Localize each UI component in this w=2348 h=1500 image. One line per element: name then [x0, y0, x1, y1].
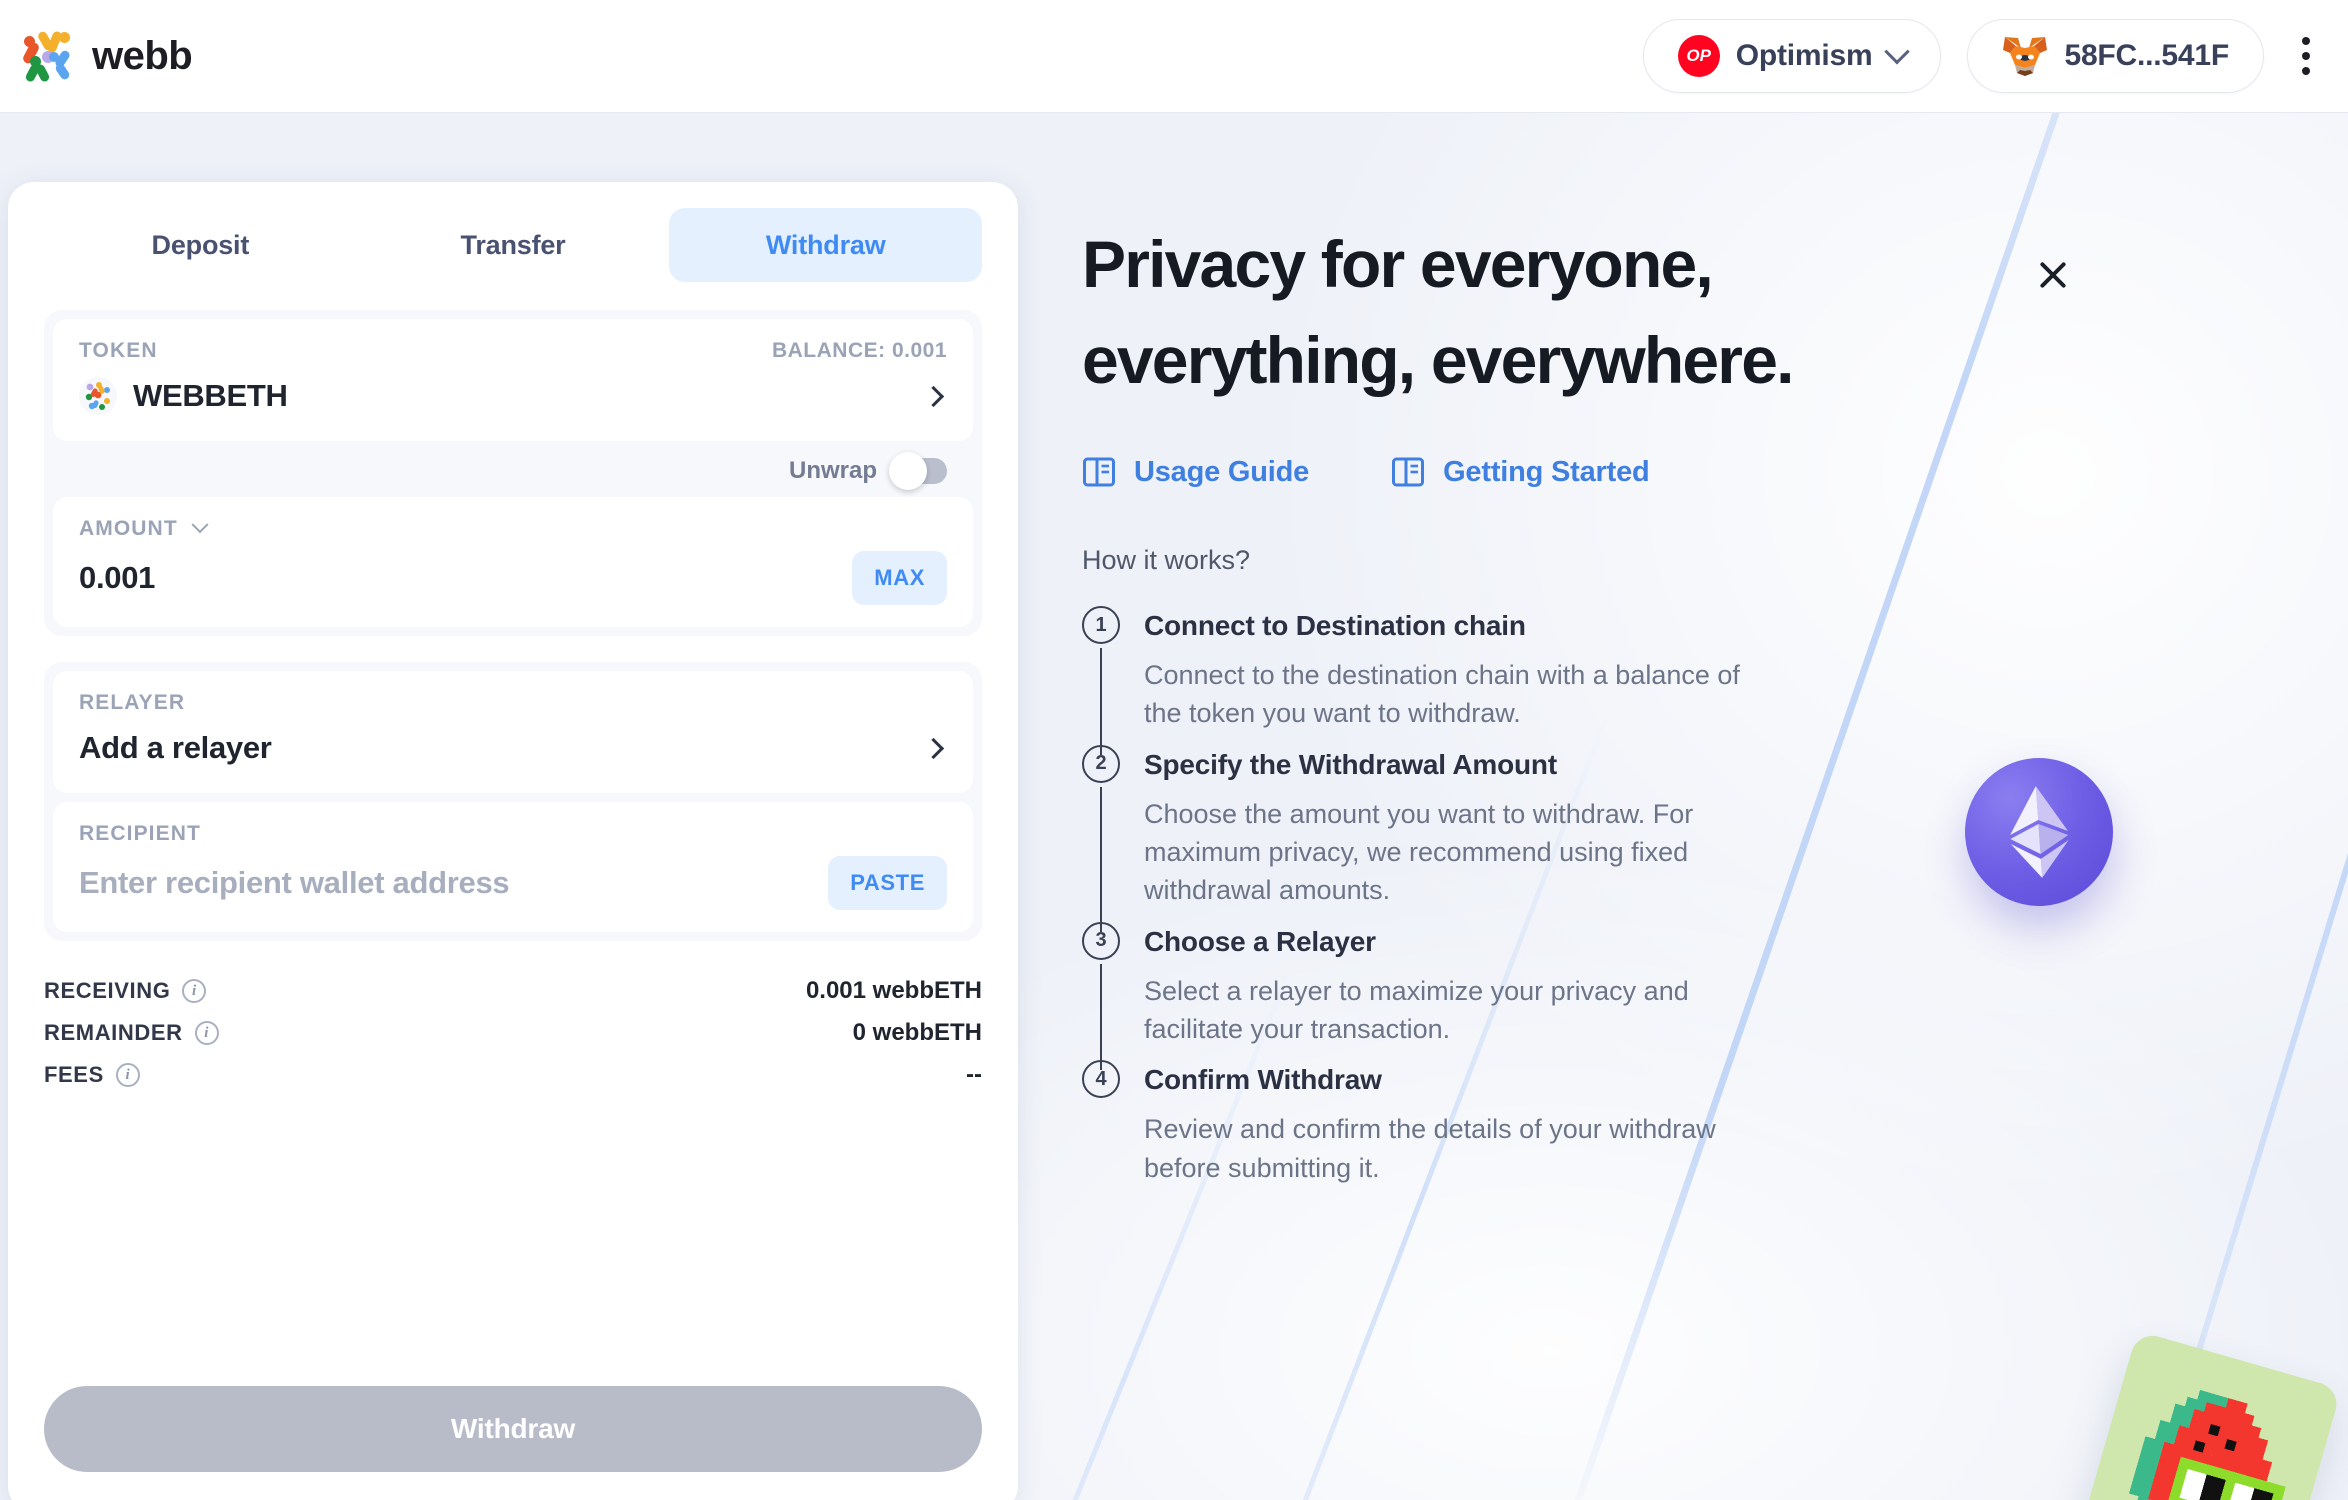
info-icon[interactable]: i: [194, 1021, 219, 1045]
wallet-button[interactable]: 58FC...541F: [1967, 19, 2264, 93]
summary-key: REMAINDER i: [44, 1020, 219, 1046]
step-body: Select a relayer to maximize your privac…: [1144, 975, 1689, 1044]
amount-label: AMOUNT: [79, 516, 209, 541]
kebab-menu-icon[interactable]: [2290, 27, 2322, 85]
header-actions: OP Optimism 58FC...541F: [1642, 19, 2322, 93]
token-label: TOKEN: [79, 339, 158, 362]
amount-value: 0.001: [79, 560, 156, 595]
brand[interactable]: webb: [21, 30, 193, 84]
step-title: Connect to Destination chain: [1144, 610, 1526, 641]
step-number: 4: [1082, 1060, 1120, 1099]
chevron-down-icon: [1884, 39, 1911, 65]
step-rail: [1100, 963, 1103, 1071]
webb-logo-icon: [21, 30, 74, 84]
tab-deposit[interactable]: Deposit: [44, 208, 357, 282]
amount-field[interactable]: AMOUNT 0.001 MAX: [53, 497, 973, 627]
summary-row-receiving: RECEIVING i 0.001 webbETH: [44, 971, 982, 1011]
step-2: 2 Specify the Withdrawal Amount Choose t…: [1082, 744, 1822, 932]
step-body: Connect to the destination chain with a …: [1144, 660, 1740, 729]
usage-guide-label: Usage Guide: [1134, 455, 1310, 488]
step-body: Review and confirm the details of your w…: [1144, 1114, 1716, 1183]
recipient-label: RECIPIENT: [79, 822, 201, 845]
nft-art-decoration: [2066, 1330, 2342, 1500]
unwrap-toggle[interactable]: [889, 452, 947, 490]
mode-tabs: Deposit Transfer Withdraw: [44, 208, 983, 282]
summary-key-text: RECEIVING: [44, 978, 171, 1003]
amount-label-text: AMOUNT: [79, 517, 178, 540]
app-header: webb OP Optimism 58FC...541F: [0, 0, 2348, 113]
token-value: WEBBETH: [79, 377, 288, 415]
watermelon-pixel-icon: [2066, 1330, 2342, 1500]
usage-guide-link[interactable]: Usage Guide: [1082, 455, 1309, 489]
step-4: 4 Confirm Withdraw Review and confirm th…: [1082, 1060, 1822, 1187]
card-spacer: [44, 1095, 982, 1386]
step-number: 3: [1082, 921, 1120, 960]
close-icon[interactable]: [2030, 252, 2076, 298]
summary-key: RECEIVING i: [44, 978, 207, 1004]
relayer-label: RELAYER: [79, 691, 186, 714]
summary-key-text: FEES: [44, 1062, 104, 1087]
amount-chevron-down-icon[interactable]: [191, 516, 209, 534]
max-button[interactable]: MAX: [852, 551, 947, 605]
summary-key: FEES i: [44, 1062, 140, 1088]
step-rail: [1100, 648, 1103, 755]
toggle-knob: [889, 452, 927, 490]
page-title-line2: everything, everywhere.: [1082, 323, 1794, 397]
summary-row-remainder: REMAINDER i 0 webbETH: [44, 1013, 982, 1053]
paste-button[interactable]: PASTE: [828, 856, 947, 910]
tab-withdraw[interactable]: Withdraw: [669, 208, 983, 282]
step-rail: [1100, 786, 1103, 932]
step-number: 1: [1082, 606, 1120, 644]
token-balance: BALANCE: 0.001: [771, 339, 947, 362]
relayer-field[interactable]: RELAYER Add a relayer: [53, 671, 973, 793]
step-number: 2: [1082, 744, 1120, 783]
token-field[interactable]: TOKEN BALANCE: 0.001 WEBBETH: [53, 319, 973, 441]
tab-transfer[interactable]: Transfer: [357, 208, 670, 282]
wallet-address: 58FC...541F: [2064, 39, 2229, 72]
book-icon: [1392, 457, 1425, 487]
webbeth-token-icon: [79, 377, 117, 415]
step-1: 1 Connect to Destination chain Connect t…: [1082, 606, 1822, 755]
recipient-input[interactable]: Enter recipient wallet address: [79, 865, 510, 901]
how-it-works-heading: How it works?: [1082, 545, 1251, 575]
unwrap-row: Unwrap: [53, 441, 973, 497]
summary-value: 0 webbETH: [852, 1019, 982, 1046]
optimism-icon: OP: [1677, 35, 1720, 77]
relayer-recipient-group: RELAYER Add a relayer RECIPIENT Enter re…: [44, 662, 982, 941]
info-icon[interactable]: i: [115, 1063, 140, 1087]
step-body: Choose the amount you want to withdraw. …: [1144, 798, 1694, 906]
step-title: Specify the Withdrawal Amount: [1144, 748, 1557, 780]
relayer-chevron-right-icon: [922, 737, 945, 759]
step-title: Confirm Withdraw: [1144, 1064, 1382, 1096]
token-symbol: WEBBETH: [133, 378, 288, 413]
getting-started-label: Getting Started: [1443, 455, 1650, 488]
unwrap-label: Unwrap: [788, 457, 877, 484]
withdraw-button[interactable]: Withdraw: [44, 1386, 982, 1472]
metamask-fox-icon: [2002, 35, 2048, 77]
page-title: Privacy for everyone, everything, everyw…: [1082, 231, 1942, 393]
page-title-line1: Privacy for everyone,: [1082, 227, 1714, 301]
steps-list: 1 Connect to Destination chain Connect t…: [1082, 606, 1822, 1187]
token-group: TOKEN BALANCE: 0.001 WEBBETH Unwrap AMOU…: [44, 310, 982, 636]
info-panel: Privacy for everyone, everything, everyw…: [1082, 231, 2262, 1187]
summary-list: RECEIVING i 0.001 webbETH REMAINDER i 0 …: [44, 971, 982, 1095]
relayer-value: Add a relayer: [79, 730, 272, 765]
step-3: 3 Choose a Relayer Select a relayer to m…: [1082, 921, 1822, 1071]
summary-key-text: REMAINDER: [44, 1020, 183, 1045]
chevron-right-icon: [922, 385, 945, 407]
summary-value: --: [966, 1061, 982, 1088]
step-title: Choose a Relayer: [1144, 925, 1376, 957]
book-icon: [1083, 457, 1115, 487]
doc-links: Usage Guide Getting Started: [1082, 455, 2262, 489]
withdraw-card: Deposit Transfer Withdraw TOKEN BALANCE:…: [8, 182, 1018, 1500]
recipient-field[interactable]: RECIPIENT Enter recipient wallet address…: [53, 802, 973, 932]
network-label: Optimism: [1735, 39, 1873, 72]
page-body: Deposit Transfer Withdraw TOKEN BALANCE:…: [0, 113, 2348, 1500]
summary-value: 0.001 webbETH: [805, 977, 982, 1004]
brand-name: webb: [92, 33, 193, 78]
getting-started-link[interactable]: Getting Started: [1391, 455, 1650, 489]
summary-row-fees: FEES i --: [44, 1055, 982, 1095]
network-selector[interactable]: OP Optimism: [1642, 19, 1942, 93]
info-icon[interactable]: i: [182, 979, 207, 1003]
